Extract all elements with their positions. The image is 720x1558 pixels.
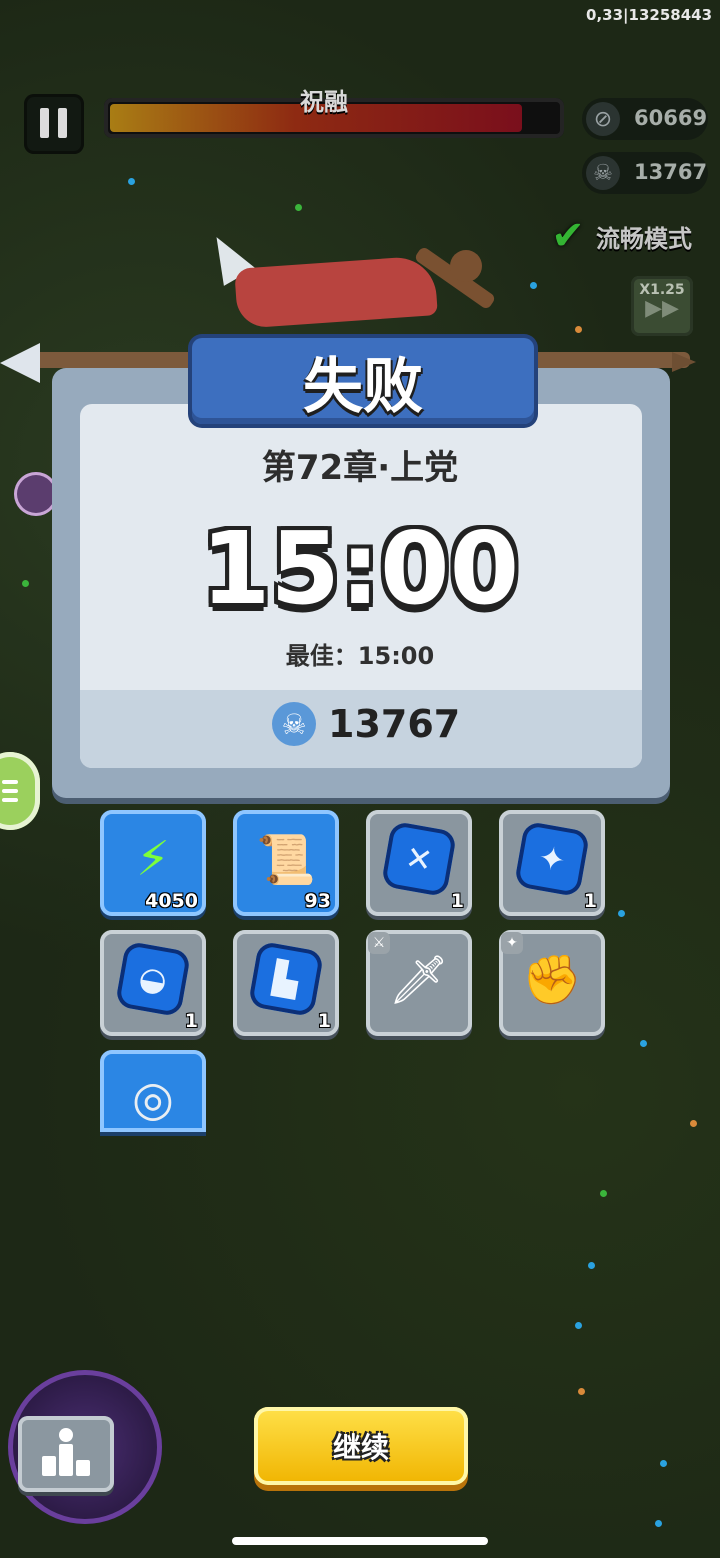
- best-time: 最佳：15:00: [285, 642, 435, 670]
- result-kill-count: 13767: [328, 702, 461, 746]
- reward-count: 1: [317, 1010, 331, 1032]
- reward-item[interactable]: ⚡ 4050: [100, 810, 206, 916]
- armor-gem-icon: ✦: [513, 820, 591, 898]
- kill-counter: ☠ 13767: [582, 152, 708, 194]
- result-banner: 失败: [170, 334, 556, 430]
- speed-button[interactable]: X1.25 ▶▶: [631, 276, 693, 336]
- kill-value: 13767: [634, 160, 708, 184]
- podium-icon: [42, 1456, 56, 1476]
- reward-count: 1: [450, 890, 464, 912]
- reward-item[interactable]: ✦ 1: [499, 810, 605, 916]
- reward-count: 1: [184, 1010, 198, 1032]
- xp-orb: [660, 1460, 667, 1467]
- coin-counter: ⊘ 60669: [582, 98, 708, 140]
- result-kills: ☠ 13767: [272, 702, 460, 746]
- helmet-gem-icon: ◒: [114, 940, 192, 1018]
- reward-item[interactable]: ▙ 1: [233, 930, 339, 1036]
- menu-icon: [2, 789, 18, 793]
- reward-item[interactable]: ◒ 1: [100, 930, 206, 1036]
- debug-info: 0,33|13258443: [586, 6, 712, 24]
- result-title: 失败: [303, 352, 423, 422]
- xp-orb: [575, 326, 582, 333]
- reward-item[interactable]: 🗡 ⚔: [366, 930, 472, 1036]
- reward-count: 1: [583, 890, 597, 912]
- menu-icon: [2, 798, 18, 802]
- reward-item[interactable]: ✊ ✦: [499, 930, 605, 1036]
- sword-pommel-decoration: [450, 250, 482, 282]
- podium-icon: [76, 1460, 90, 1476]
- fast-forward-icon: ▶▶: [645, 296, 679, 321]
- pause-icon: [40, 108, 49, 138]
- xp-orb: [640, 1040, 647, 1047]
- weapon-gem-icon: ✕: [380, 820, 458, 898]
- armor-type-icon: ✦: [501, 932, 523, 954]
- reward-count: 93: [304, 890, 331, 912]
- pause-button[interactable]: [24, 94, 84, 154]
- glaive-weapon-icon: 🗡: [388, 951, 450, 1008]
- scroll-icon: 📜: [256, 831, 316, 888]
- reward-item[interactable]: ✕ 1: [366, 810, 472, 916]
- ranking-button[interactable]: [18, 1416, 114, 1492]
- skull-icon: ☠: [272, 702, 316, 746]
- reward-item[interactable]: 📜 93: [233, 810, 339, 916]
- home-indicator[interactable]: [232, 1537, 488, 1545]
- skull-icon: ☠: [586, 156, 620, 190]
- reward-count: 4050: [145, 890, 198, 912]
- xp-orb: [588, 1262, 595, 1269]
- pause-icon: [58, 108, 67, 138]
- boss-name: 祝融: [300, 88, 348, 116]
- podium-icon: [59, 1428, 73, 1442]
- smooth-mode-label: 流畅模式: [596, 224, 692, 253]
- coin-icon: ⊘: [586, 102, 620, 136]
- xp-orb: [618, 910, 625, 917]
- gauntlet-armor-icon: ✊: [522, 951, 582, 1008]
- menu-icon: [2, 780, 18, 784]
- survival-time: 15:00: [200, 510, 520, 627]
- smooth-mode-toggle[interactable]: ✔ 流畅模式: [546, 214, 692, 258]
- xp-orb: [128, 178, 135, 185]
- continue-button[interactable]: 继续: [254, 1407, 468, 1485]
- xp-orb: [690, 1120, 697, 1127]
- xp-orb: [578, 1388, 585, 1395]
- chapter-name: 第72章·上党: [261, 448, 459, 488]
- xp-orb: [600, 1190, 607, 1197]
- boots-gem-icon: ▙: [247, 940, 325, 1018]
- coin-value: 60669: [634, 106, 708, 130]
- spear-head-decoration: [0, 343, 40, 383]
- xp-orb: [530, 282, 537, 289]
- xp-orb: [655, 1520, 662, 1527]
- checkmark-icon: ✔: [551, 213, 585, 259]
- xp-orb: [295, 204, 302, 211]
- weapon-type-icon: ⚔: [368, 932, 390, 954]
- silver-coin-icon: ◎: [132, 1071, 174, 1127]
- podium-icon: [59, 1444, 73, 1476]
- xp-orb: [575, 1322, 582, 1329]
- spear-end-decoration: [672, 352, 696, 372]
- reward-item[interactable]: ◎: [100, 1050, 206, 1132]
- lightning-icon: ⚡: [136, 831, 170, 887]
